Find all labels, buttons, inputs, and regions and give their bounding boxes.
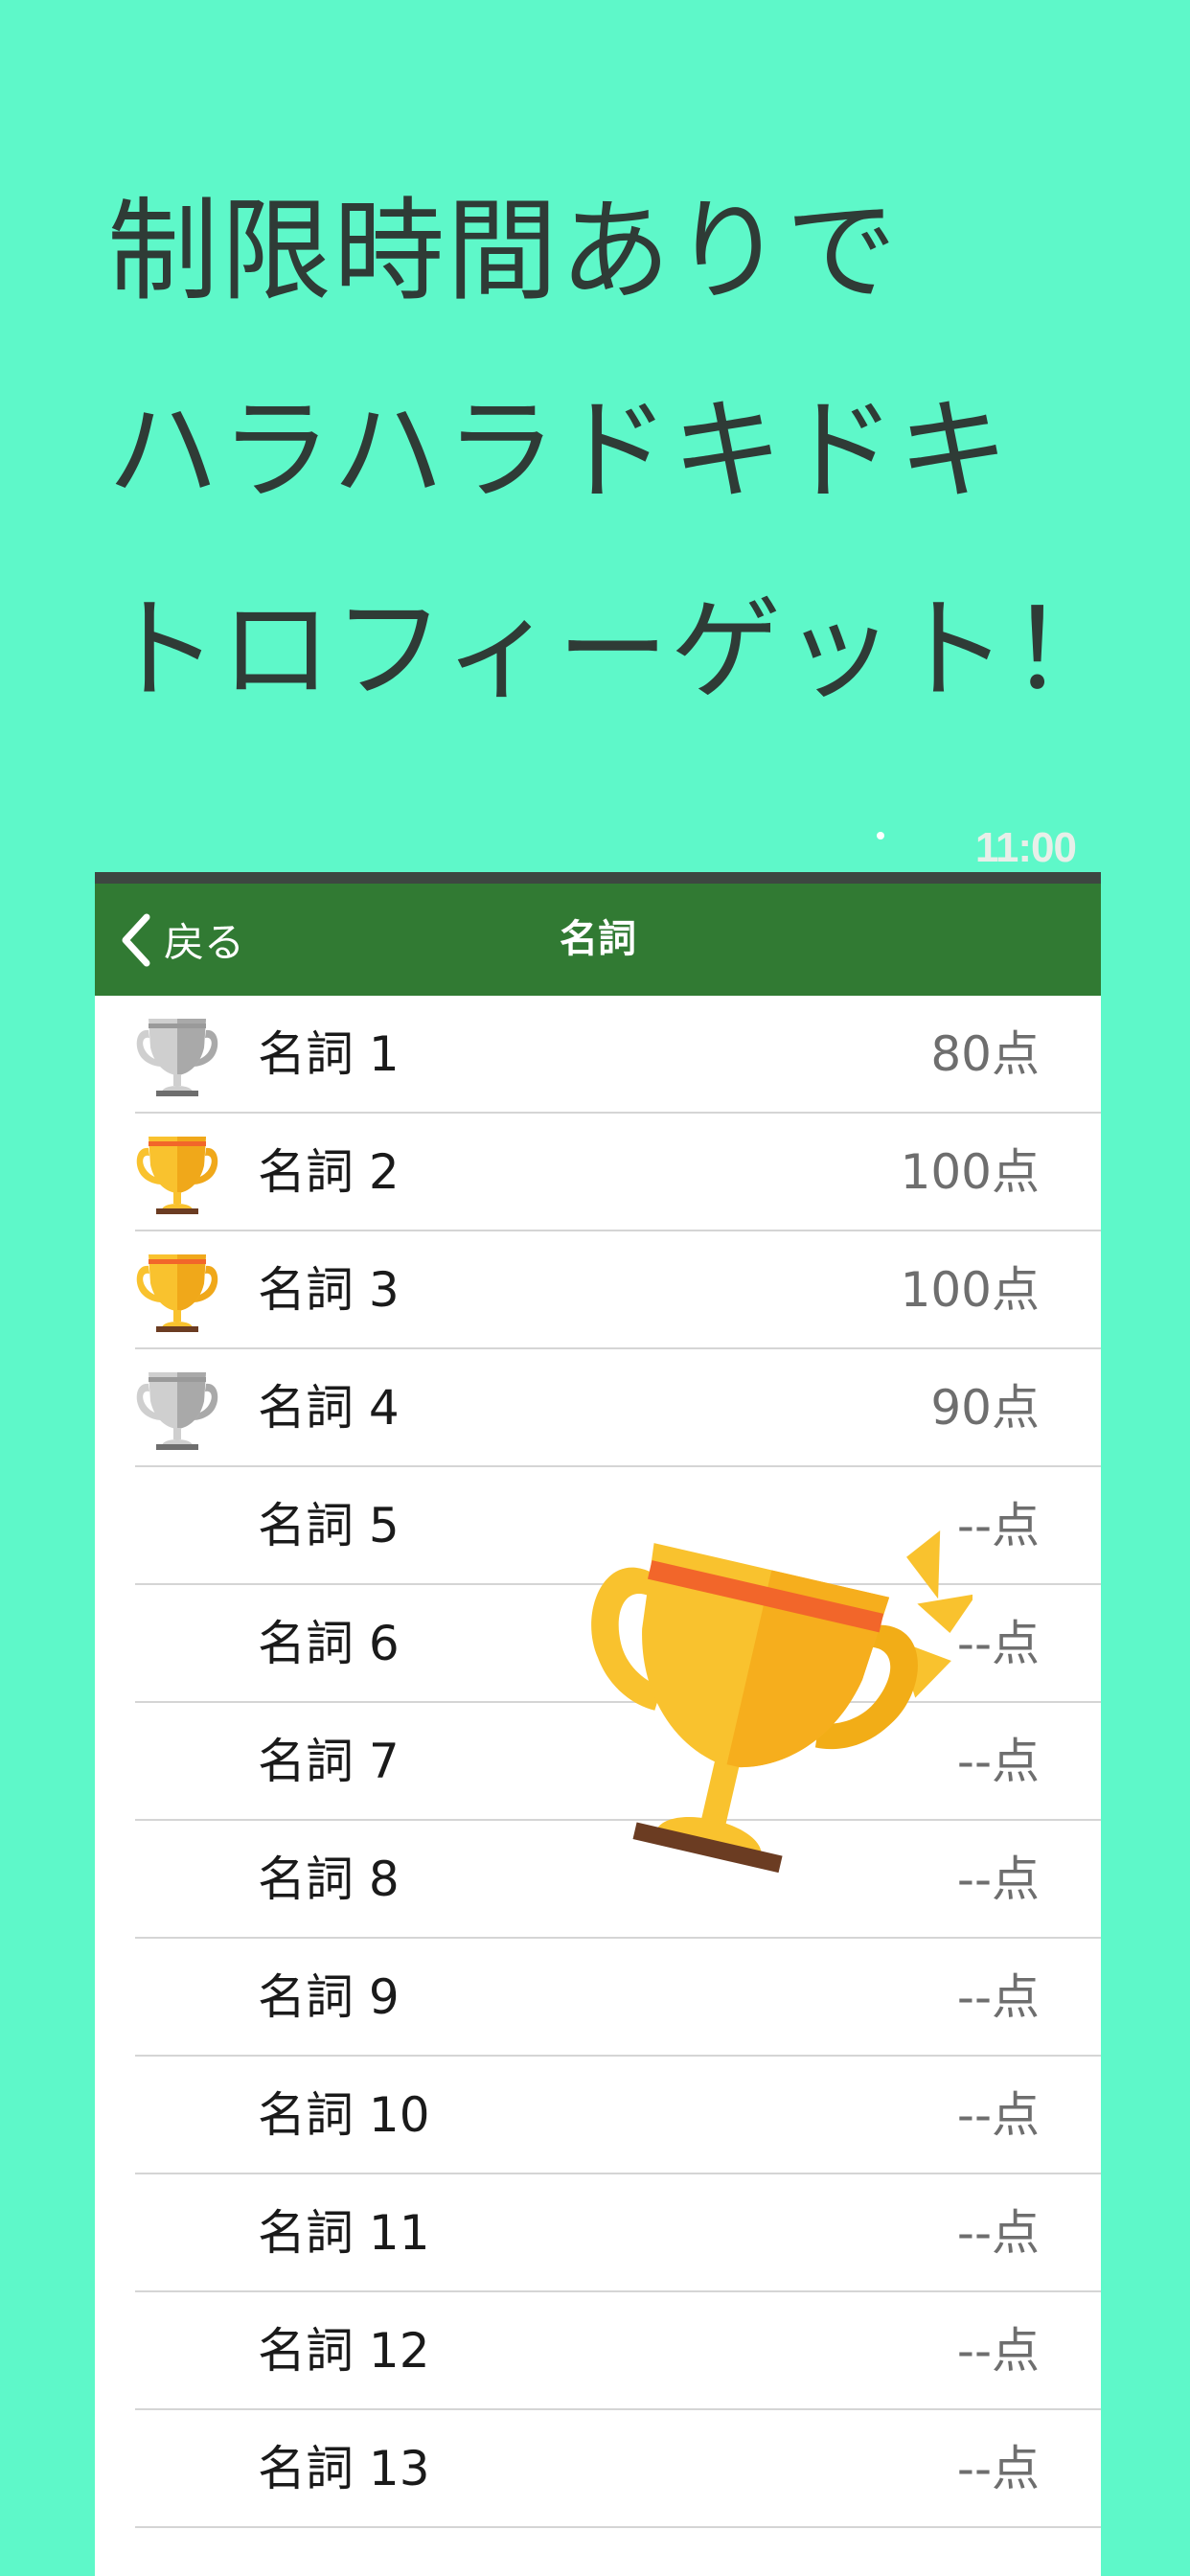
list-item-label: 名詞 9	[258, 1969, 400, 2025]
list-item-score: --点	[956, 2087, 1040, 2143]
list-item-score: --点	[956, 2205, 1040, 2261]
list-item[interactable]: 名詞 13 --点	[95, 2410, 1101, 2528]
list-item-score: 100点	[900, 1262, 1040, 1318]
list-item-score: --点	[956, 2323, 1040, 2379]
list-item[interactable]: 名詞 11 --点	[95, 2174, 1101, 2292]
list-item[interactable]: 名詞 9 --点	[95, 1939, 1101, 2057]
screenshot-page: 制限時間ありで ハラハラドキドキ トロフィーゲット！ 11:00 戻る 名詞 名…	[0, 0, 1190, 2576]
list-item-label: 名詞 7	[258, 1734, 400, 1789]
list-item[interactable]: 名詞 10 --点	[95, 2057, 1101, 2174]
status-bar-divider	[95, 872, 1101, 884]
row-divider	[135, 2526, 1101, 2528]
list-item-label: 名詞 2	[258, 1144, 400, 1200]
list-item-score: 90点	[930, 1380, 1040, 1436]
list-item-label: 名詞 1	[258, 1026, 400, 1082]
status-indicator-dot	[877, 832, 884, 840]
list-item[interactable]: 名詞 1 80点	[95, 996, 1101, 1114]
list-item-label: 名詞 3	[258, 1262, 400, 1318]
gold-trophy-icon	[131, 1127, 223, 1219]
silver-trophy-icon	[131, 1363, 223, 1455]
headline-line-1: 制限時間ありで	[107, 187, 899, 316]
nav-title: 名詞	[560, 917, 636, 961]
list-item-score: --点	[956, 1969, 1040, 2025]
list-item-label: 名詞 5	[258, 1498, 400, 1553]
list-item-score: 80点	[930, 1026, 1040, 1082]
list-item-label: 名詞 13	[258, 2441, 430, 2496]
navigation-bar: 戻る 名詞	[95, 884, 1101, 996]
large-gold-trophy-icon	[591, 1530, 973, 1874]
list-item-label: 名詞 6	[258, 1616, 400, 1671]
list-item-label: 名詞 11	[258, 2205, 430, 2261]
silver-trophy-icon	[131, 1009, 223, 1101]
list-item-label: 名詞 4	[258, 1380, 400, 1436]
list-item[interactable]: 名詞 2 100点	[95, 1114, 1101, 1231]
list-item-score: 100点	[900, 1144, 1040, 1200]
promo-headline: 制限時間ありで ハラハラドキドキ トロフィーゲット！	[107, 171, 1123, 769]
headline-line-2: ハラハラドキドキ	[107, 386, 1011, 516]
status-time: 11:00	[974, 824, 1077, 871]
list-item[interactable]: 名詞 3 100点	[95, 1231, 1101, 1349]
list-item-label: 名詞 10	[258, 2087, 430, 2143]
list-item[interactable]: 名詞 4 90点	[95, 1349, 1101, 1467]
gold-trophy-icon	[131, 1245, 223, 1337]
list-item[interactable]: 名詞 12 --点	[95, 2292, 1101, 2410]
headline-line-3: トロフィーゲット！	[107, 586, 1123, 715]
list-item-score: --点	[956, 2441, 1040, 2496]
list-item-label: 名詞 12	[258, 2323, 430, 2379]
status-bar: 11:00	[95, 815, 1101, 884]
list-item-label: 名詞 8	[258, 1852, 400, 1907]
